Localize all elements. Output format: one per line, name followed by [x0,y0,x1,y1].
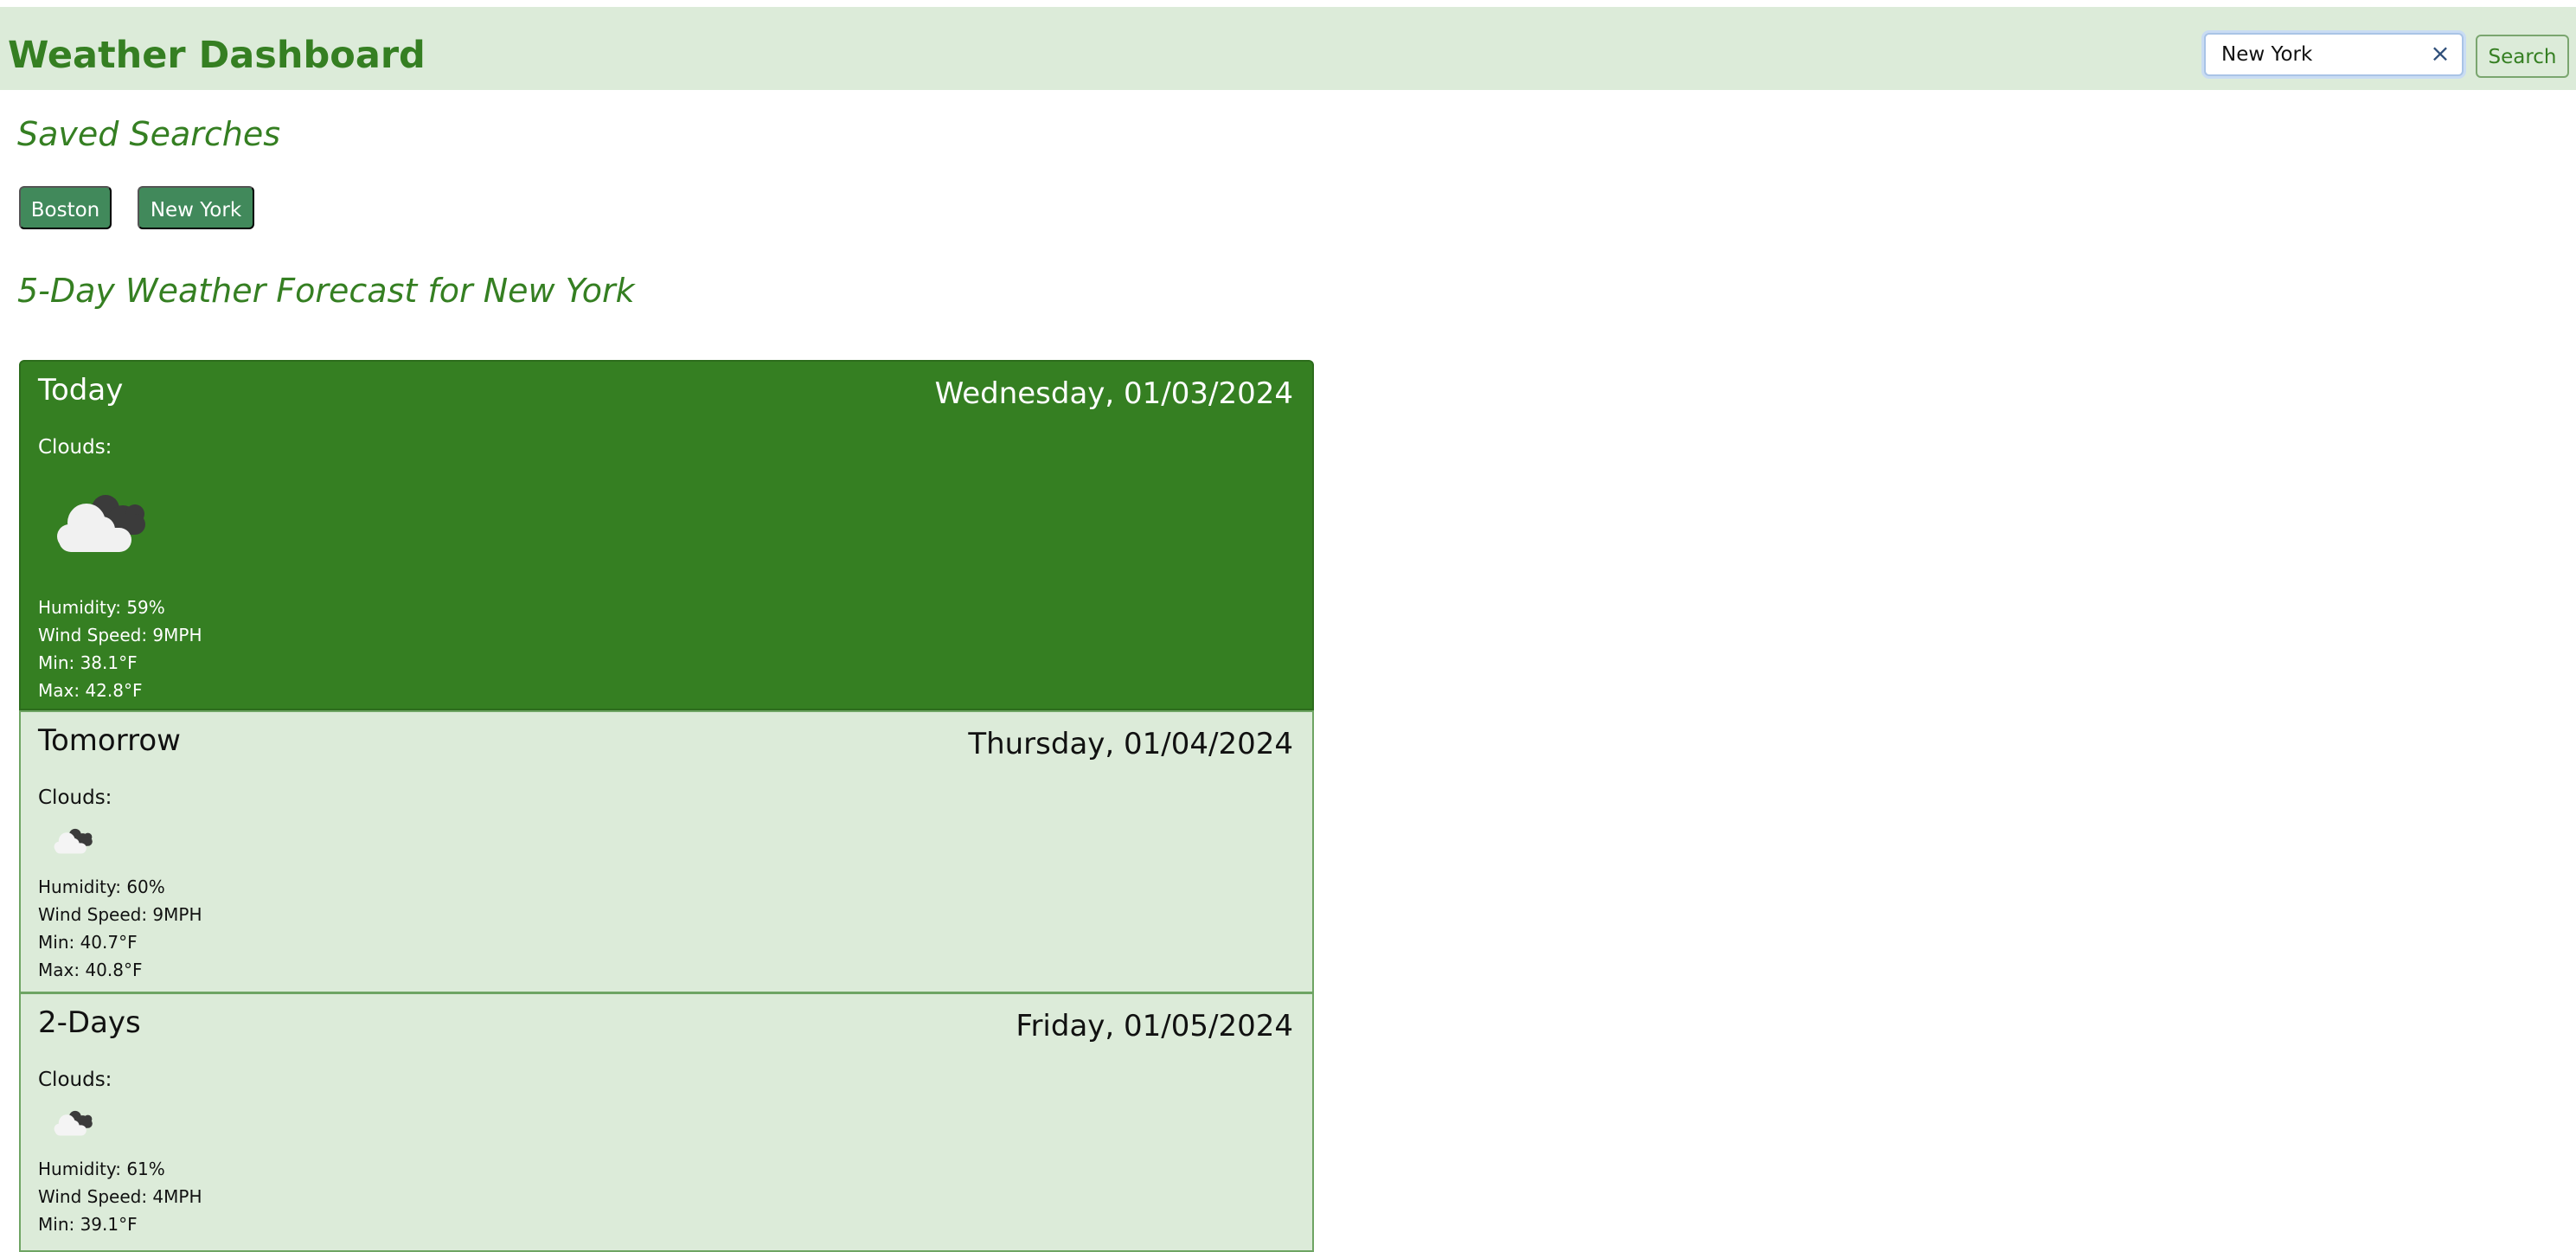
humidity-text: Humidity: 61% [38,1159,165,1179]
search-box[interactable]: × [2204,33,2464,76]
humidity-text: Humidity: 60% [38,876,165,897]
app-title: Weather Dashboard [8,34,426,77]
humidity-text: Humidity: 59% [38,597,165,618]
wind-speed-text: Wind Speed: 9MPH [38,625,202,645]
forecast-heading: 5-Day Weather Forecast for New York [17,272,635,310]
wind-speed-text: Wind Speed: 9MPH [38,904,202,925]
saved-city-boston-button[interactable]: Boston [19,186,112,229]
min-temp-text: Min: 39.1°F [38,1214,138,1235]
saved-searches-heading: Saved Searches [17,115,281,153]
day-label: Today [38,373,124,408]
condition-label: Clouds: [38,787,112,809]
weather-stats: Humidity: 60% Wind Speed: 9MPH Min: 40.7… [38,873,202,984]
max-temp-text: Max: 42.8°F [38,680,143,701]
date-label: Wednesday, 01/03/2024 [934,376,1293,411]
weather-stats: Humidity: 59% Wind Speed: 9MPH Min: 38.1… [38,594,202,704]
forecast-card-today: Today Wednesday, 01/03/2024 Clouds: Humi… [19,360,1314,710]
min-temp-text: Min: 38.1°F [38,652,138,673]
search-button[interactable]: Search [2476,35,2569,78]
forecast-card-2-days: 2-Days Friday, 01/05/2024 Clouds: Humidi… [19,992,1314,1252]
forecast-card-tomorrow: Tomorrow Thursday, 01/04/2024 Clouds: Hu… [19,710,1314,993]
cloud-icon [54,828,93,854]
day-label: 2-Days [38,1005,141,1040]
cloud-icon [57,495,145,552]
date-label: Friday, 01/05/2024 [1016,1009,1293,1043]
clear-icon[interactable]: × [2427,41,2453,67]
max-temp-text: Max: 40.8°F [38,960,143,980]
condition-label: Clouds: [38,1069,112,1091]
wind-speed-text: Wind Speed: 4MPH [38,1186,202,1207]
cloud-icon [54,1110,93,1136]
min-temp-text: Min: 40.7°F [38,932,138,953]
weather-stats: Humidity: 61% Wind Speed: 4MPH Min: 39.1… [38,1155,202,1238]
date-label: Thursday, 01/04/2024 [968,727,1293,761]
day-label: Tomorrow [38,723,181,758]
top-bar: Weather Dashboard × Search [0,7,2576,90]
search-input[interactable] [2221,35,2420,74]
saved-city-new-york-button[interactable]: New York [138,186,254,229]
condition-label: Clouds: [38,436,112,459]
